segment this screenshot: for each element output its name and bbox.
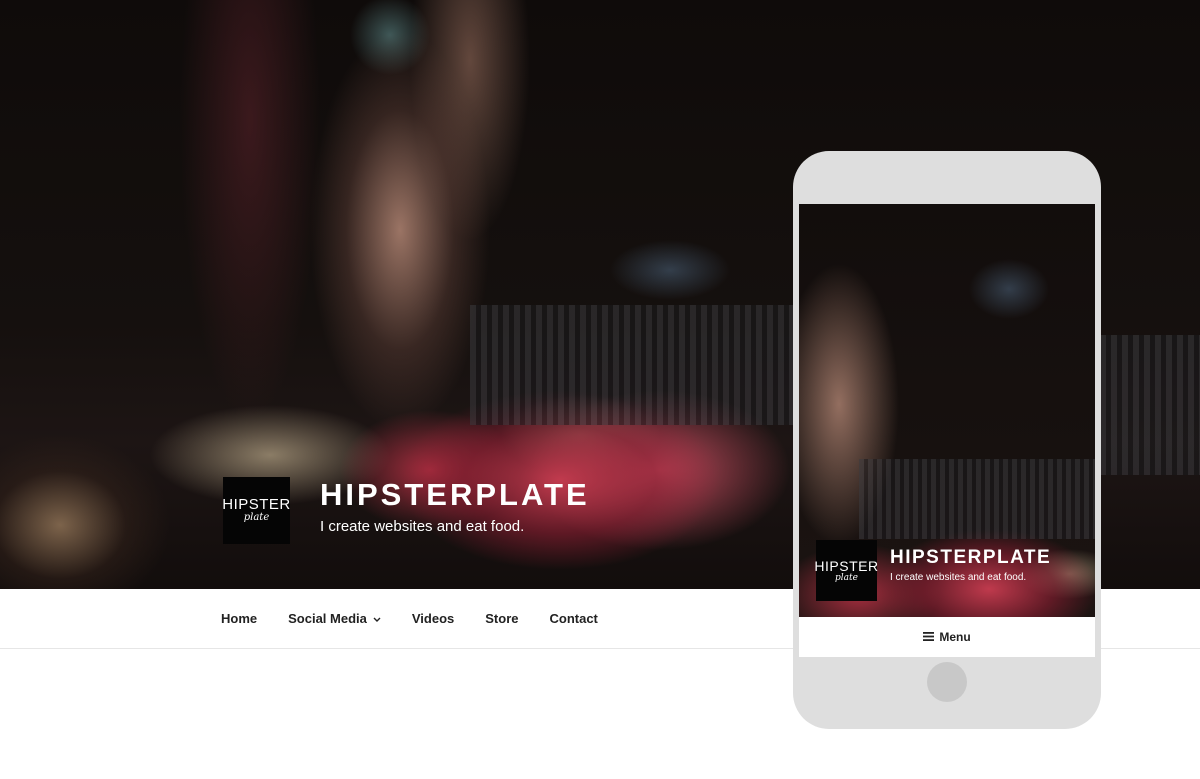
hamburger-icon [923,630,935,644]
mobile-site-branding: HIPSTER plate HIPSTERPLATE I create webs… [814,540,1051,601]
nav-item-label: Contact [549,611,598,626]
nav-item-label: Home [221,611,258,626]
grill-decoration [1100,335,1200,475]
logo-text: HIPSTER [814,557,879,574]
chevron-down-icon [373,615,381,625]
logo-subtext: plate [835,572,858,583]
nav-item-label: Social Media [288,611,367,626]
nav-item-home[interactable]: Home [221,611,257,626]
mobile-site-logo[interactable]: HIPSTER plate [814,540,879,601]
nav-item-social-media[interactable]: Social Media [288,611,381,626]
site-description: I create websites and eat food. [320,518,525,535]
mobile-menu-label: Menu [939,630,971,644]
site-branding: HIPSTER plate HIPSTERPLATE I create webs… [222,476,590,544]
logo-subtext: plate [243,512,270,523]
nav-item-label: Videos [411,611,455,626]
site-logo[interactable]: HIPSTER plate [222,476,291,544]
mobile-menu-button[interactable]: Menu [799,617,1095,657]
mobile-site-title[interactable]: HIPSTERPLATE [890,548,1051,567]
grill-decoration [859,459,1095,539]
phone-screen: HIPSTER plate HIPSTERPLATE I create webs… [799,204,1095,657]
grill-decoration [470,305,800,425]
nav-item-videos[interactable]: Videos [412,611,454,626]
logo-text: HIPSTER [222,496,291,513]
phone-home-button [927,662,967,702]
nav-item-contact[interactable]: Contact [550,611,598,626]
nav-item-store[interactable]: Store [485,611,518,626]
phone-mockup: HIPSTER plate HIPSTERPLATE I create webs… [793,151,1101,729]
site-title[interactable]: HIPSTERPLATE [320,479,590,510]
mobile-header-image: HIPSTER plate HIPSTERPLATE I create webs… [799,204,1095,617]
mobile-site-description: I create websites and eat food. [890,572,1027,583]
nav-item-label: Store [485,611,519,626]
